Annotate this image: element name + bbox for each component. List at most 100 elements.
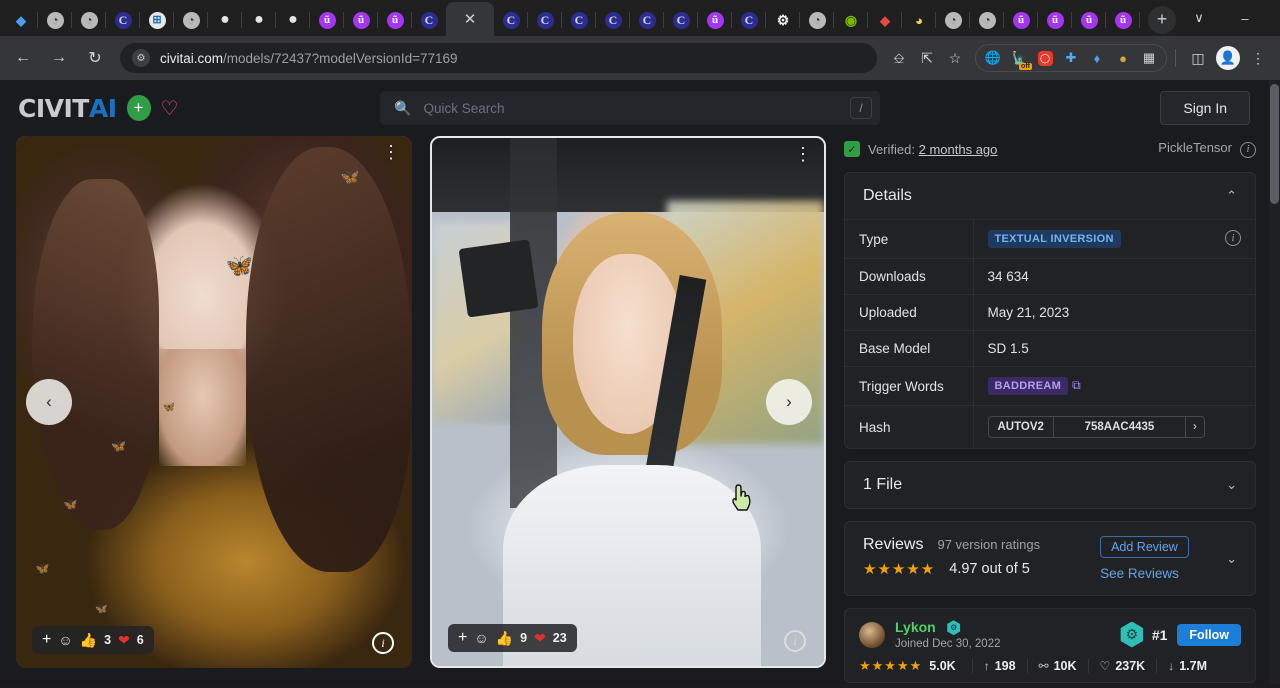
heart-reaction-icon[interactable]: ❤ <box>118 632 130 649</box>
model-type-tag[interactable]: TEXTUAL INVERSION <box>988 230 1121 248</box>
heart-reaction-icon[interactable]: ❤ <box>534 630 546 647</box>
create-plus-button[interactable]: + <box>127 95 151 121</box>
globe-extension-icon[interactable]: 🌐 <box>980 45 1006 71</box>
minimize-button[interactable]: – <box>1222 2 1268 34</box>
puzzle-icon[interactable]: ▦ <box>1136 45 1162 71</box>
browser-tab[interactable]: C <box>528 4 562 36</box>
creator-name[interactable]: Lykon <box>895 619 936 635</box>
browser-tab[interactable]: ◔ <box>72 4 106 36</box>
browser-tab[interactable]: ũ <box>1004 4 1038 36</box>
add-reaction-button[interactable]: + <box>42 631 51 649</box>
browser-tab[interactable]: ◆ <box>868 4 902 36</box>
add-review-button[interactable]: Add Review <box>1100 536 1189 558</box>
chevron-down-icon[interactable]: ⌄ <box>1226 477 1237 493</box>
thumbs-up-icon[interactable]: 👍 <box>80 632 97 649</box>
diamond-extension-icon[interactable]: ♦ <box>1084 45 1110 71</box>
profile-avatar-icon[interactable]: 👤 <box>1216 46 1240 70</box>
browser-tab[interactable]: C <box>412 4 446 36</box>
chevron-up-icon[interactable]: ⌃ <box>1226 188 1237 204</box>
smile-icon[interactable]: ☺ <box>58 632 72 648</box>
heart-icon[interactable]: ♡ <box>161 96 179 121</box>
browser-tab[interactable]: ũ <box>1038 4 1072 36</box>
browser-tab[interactable]: ◔ <box>38 4 72 36</box>
browser-tab[interactable]: ◆ <box>4 4 38 36</box>
translate-icon[interactable]: ✚ <box>1058 45 1084 71</box>
image-options-menu[interactable]: ⋮ <box>382 144 400 160</box>
browser-tab[interactable]: C <box>630 4 664 36</box>
back-button[interactable]: ← <box>8 43 38 73</box>
share-icon[interactable]: ⇱ <box>913 44 941 72</box>
hash-expand-icon[interactable]: › <box>1186 417 1204 437</box>
browser-tab[interactable]: C <box>106 4 140 36</box>
avatar[interactable] <box>859 622 885 648</box>
scrollbar-thumb[interactable] <box>1270 84 1279 204</box>
browser-tab[interactable]: C <box>664 4 698 36</box>
browser-tab[interactable]: ũ <box>1072 4 1106 36</box>
browser-tab[interactable]: ⊞ <box>140 4 174 36</box>
browser-tab[interactable]: ⚙ <box>766 4 800 36</box>
see-reviews-link[interactable]: See Reviews <box>1100 566 1179 581</box>
browser-tab[interactable]: C <box>732 4 766 36</box>
browser-tab[interactable]: ũ <box>698 4 732 36</box>
browser-tab[interactable]: ● <box>242 4 276 36</box>
copy-icon[interactable]: ⧉ <box>1072 378 1081 392</box>
hash-value[interactable]: 758AAC4435 <box>1054 417 1186 437</box>
gallery-image-1[interactable]: 🦋 🦋 🦋 🦋 🦋 🦋 🦋 ⋮ ‹ + ☺ 👍 3 ❤ 6 <box>16 136 412 668</box>
search-input[interactable]: Quick Search <box>423 101 850 116</box>
sign-in-button[interactable]: Sign In <box>1160 91 1250 125</box>
browser-tab[interactable]: C <box>494 4 528 36</box>
browser-tab[interactable]: ũ <box>310 4 344 36</box>
follow-button[interactable]: Follow <box>1177 624 1241 646</box>
forward-button[interactable]: → <box>44 43 74 73</box>
new-tab-button[interactable]: + <box>1148 6 1176 34</box>
reload-button[interactable]: ↻ <box>80 43 110 73</box>
files-panel[interactable]: 1 File ⌄ <box>844 461 1256 509</box>
civitai-icon: C <box>537 12 554 29</box>
address-bar[interactable]: ⚙ civitai.com/models/72437?modelVersionI… <box>120 43 877 73</box>
page-scrollbar[interactable] <box>1269 80 1280 684</box>
browser-tab[interactable]: ◔ <box>970 4 1004 36</box>
close-tab-icon[interactable]: ✕ <box>464 12 477 27</box>
browser-tab[interactable]: ◉ <box>834 4 868 36</box>
verified-time-link[interactable]: 2 months ago <box>919 142 998 157</box>
type-info-icon[interactable]: i <box>1225 230 1241 246</box>
browser-tab[interactable]: ◔ <box>174 4 208 36</box>
browser-tab[interactable]: ◔ <box>936 4 970 36</box>
files-panel-header[interactable]: 1 File ⌄ <box>845 462 1255 508</box>
browser-tab[interactable]: ◕ <box>902 4 936 36</box>
tab-search-chevron-icon[interactable]: ∨ <box>1176 2 1222 34</box>
browser-tab[interactable]: ● <box>208 4 242 36</box>
adblock-off-icon[interactable]: 🗽 off <box>1006 45 1032 71</box>
gallery-next-button[interactable]: › <box>766 379 812 425</box>
image-info-button-2[interactable]: i <box>784 630 806 652</box>
cookie-icon[interactable]: ● <box>1110 45 1136 71</box>
opera-icon[interactable]: ◯ <box>1032 45 1058 71</box>
site-settings-icon[interactable]: ⚙ <box>132 49 150 67</box>
image-options-menu[interactable]: ⋮ <box>794 146 812 162</box>
browser-tab[interactable]: ◔ <box>800 4 834 36</box>
browser-tab[interactable]: C <box>596 4 630 36</box>
maximize-button[interactable]: ❐ <box>1268 2 1280 34</box>
browser-tab[interactable]: ũ <box>344 4 378 36</box>
install-icon[interactable]: ⎒ <box>885 44 913 72</box>
thumbs-up-icon[interactable]: 👍 <box>496 630 513 647</box>
active-tab[interactable]: ✕ <box>446 2 494 36</box>
details-panel-header[interactable]: Details ⌃ <box>845 173 1255 219</box>
gallery-image-2[interactable]: ⋮ › + ☺ 👍 9 ❤ 23 i <box>430 136 826 668</box>
browser-tab[interactable]: ● <box>276 4 310 36</box>
add-reaction-button[interactable]: + <box>458 629 467 647</box>
browser-tab[interactable]: C <box>562 4 596 36</box>
three-dot-menu-icon[interactable]: ⋮ <box>1244 44 1272 72</box>
image-info-button-1[interactable]: i <box>372 632 394 654</box>
trigger-word-tag[interactable]: BADDREAM <box>988 377 1069 395</box>
reviews-chevron-down-icon[interactable]: ⌄ <box>1226 551 1237 567</box>
civitai-logo[interactable]: CIVITAI <box>18 94 117 123</box>
side-panel-icon[interactable]: ◫ <box>1184 44 1212 72</box>
smile-icon[interactable]: ☺ <box>474 630 488 646</box>
format-info-icon[interactable]: i <box>1240 142 1256 158</box>
bookmark-star-icon[interactable]: ☆ <box>941 44 969 72</box>
browser-tab[interactable]: ũ <box>1106 4 1140 36</box>
quick-search-box[interactable]: 🔍 Quick Search / <box>380 91 880 125</box>
gallery-prev-button[interactable]: ‹ <box>26 379 72 425</box>
browser-tab[interactable]: ũ <box>378 4 412 36</box>
